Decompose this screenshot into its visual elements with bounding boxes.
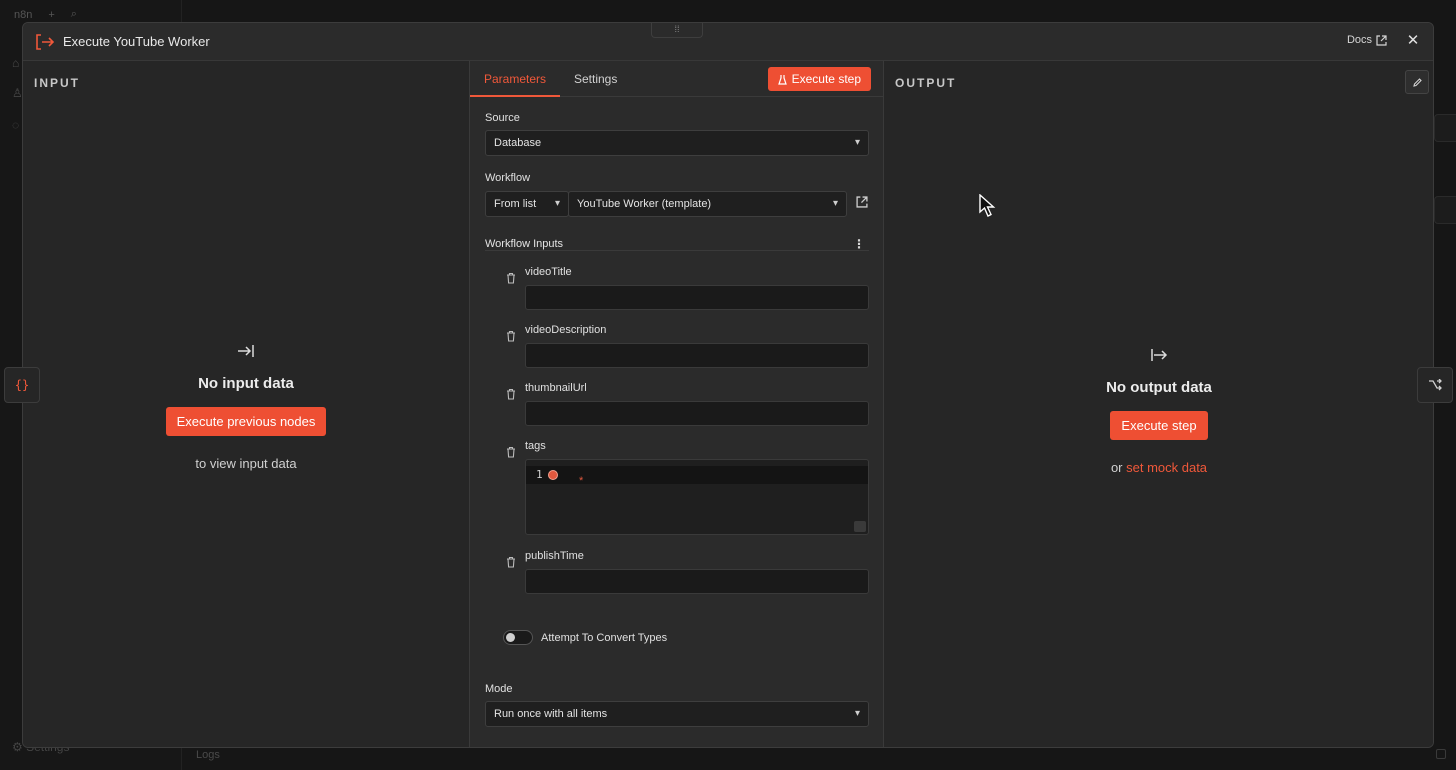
panel-drag-handle[interactable]: ⁞⁞ xyxy=(651,23,703,38)
input-arrow-icon xyxy=(237,341,255,361)
input-label-publishTime: publishTime xyxy=(525,550,584,562)
output-panel-label: OUTPUT xyxy=(895,76,957,90)
external-link-icon xyxy=(856,196,868,208)
output-panel: OUTPUT No output data Execute step or se… xyxy=(884,61,1433,747)
edit-output-button[interactable] xyxy=(1405,70,1429,94)
input-field-videoDescription[interactable] xyxy=(525,343,869,368)
mode-label: Mode xyxy=(485,683,513,695)
background-card xyxy=(1434,114,1456,142)
convert-types-label: Attempt To Convert Types xyxy=(541,632,668,644)
input-panel-label: INPUT xyxy=(34,76,80,90)
modal-title: Execute YouTube Worker xyxy=(63,34,210,49)
chat-icon: ◌ xyxy=(12,118,20,132)
set-mock-data-link[interactable]: set mock data xyxy=(1126,460,1207,475)
code-editor-tags[interactable]: 1 * xyxy=(525,459,869,535)
input-empty-title: No input data xyxy=(198,375,294,392)
docs-link[interactable]: Docs xyxy=(1347,34,1387,46)
input-label-videoDescription: videoDescription xyxy=(525,324,607,336)
more-options-icon[interactable]: ⋮ xyxy=(853,237,865,251)
workflow-mode-select[interactable]: From list ▾ xyxy=(485,191,569,217)
chevron-down-icon: ▾ xyxy=(854,137,860,148)
workflow-select[interactable]: YouTube Worker (template) ▾ xyxy=(568,191,847,217)
output-arrow-icon xyxy=(1150,345,1168,365)
output-empty-title: No output data xyxy=(1106,379,1212,396)
flask-icon xyxy=(777,74,787,85)
background-app-name: n8n xyxy=(14,8,33,21)
source-label: Source xyxy=(485,112,520,124)
mode-value: Run once with all items xyxy=(494,708,608,720)
pencil-icon xyxy=(1412,77,1422,87)
execute-workflow-icon xyxy=(35,32,57,52)
home-icon: ⌂ xyxy=(12,56,20,70)
code-line: 1 xyxy=(526,466,868,484)
output-execute-step-button[interactable]: Execute step xyxy=(1110,411,1208,440)
input-field-videoTitle[interactable] xyxy=(525,285,869,310)
trash-icon[interactable] xyxy=(506,446,516,458)
node-details-modal: Execute YouTube Worker Docs ✕ ⁞⁞ INPUT N… xyxy=(22,22,1434,748)
input-field-thumbnailUrl[interactable] xyxy=(525,401,869,426)
background-logs: Logs xyxy=(196,749,220,761)
open-workflow-link[interactable] xyxy=(856,196,868,211)
source-select[interactable]: Database ▾ xyxy=(485,130,869,156)
trash-icon[interactable] xyxy=(506,272,516,284)
input-label-videoTitle: videoTitle xyxy=(525,266,572,278)
add-icon: + xyxy=(48,8,55,21)
output-empty-state: No output data Execute step or set mock … xyxy=(1074,345,1244,475)
modal-header: Execute YouTube Worker Docs ✕ xyxy=(23,23,1433,61)
input-empty-state: No input data Execute previous nodes to … xyxy=(161,341,331,471)
workflow-inputs-label: Workflow Inputs xyxy=(485,238,564,250)
background-corner-icon xyxy=(1436,749,1446,759)
mouse-cursor-icon xyxy=(979,194,996,217)
convert-types-toggle[interactable] xyxy=(503,630,533,645)
execute-previous-nodes-button[interactable]: Execute previous nodes xyxy=(165,407,327,436)
execute-step-button[interactable]: Execute step xyxy=(767,67,871,91)
input-label-thumbnailUrl: thumbnailUrl xyxy=(525,382,587,394)
execute-step-label: Execute step xyxy=(791,72,861,86)
background-card xyxy=(1434,196,1456,224)
line-number: 1 xyxy=(536,468,543,481)
background-topbar: n8n + ⌕ xyxy=(0,8,77,21)
braces-icon: {} xyxy=(14,378,30,392)
source-value: Database xyxy=(494,137,542,149)
chevron-down-icon: ▾ xyxy=(554,198,560,209)
input-hint: to view input data xyxy=(195,456,297,471)
external-link-icon xyxy=(1376,34,1387,46)
search-icon: ⌕ xyxy=(70,8,77,20)
parameters-panel: Parameters Settings Execute step Source … xyxy=(469,61,885,747)
mode-select[interactable]: Run once with all items ▾ xyxy=(485,701,869,727)
tab-parameters[interactable]: Parameters xyxy=(484,72,546,86)
output-hint: or set mock data xyxy=(1110,460,1208,475)
input-field-publishTime[interactable] xyxy=(525,569,869,594)
input-panel-toggle[interactable]: {} xyxy=(4,367,40,403)
chevron-down-icon: ▾ xyxy=(854,708,860,719)
chevron-down-icon: ▾ xyxy=(832,198,838,209)
docs-label: Docs xyxy=(1346,34,1372,46)
input-label-tags: tags xyxy=(525,440,546,452)
input-panel: INPUT No input data Execute previous nod… xyxy=(23,61,469,747)
trash-icon[interactable] xyxy=(506,388,516,400)
close-button[interactable]: ✕ xyxy=(1405,32,1421,50)
required-marker-icon: * xyxy=(579,475,584,487)
tab-settings[interactable]: Settings xyxy=(574,72,617,86)
workflow-value: YouTube Worker (template) xyxy=(577,198,712,210)
trash-icon[interactable] xyxy=(506,556,516,568)
workflow-label: Workflow xyxy=(485,172,531,184)
active-tab-indicator xyxy=(470,95,560,97)
workflow-mode-value: From list xyxy=(494,198,537,210)
toggle-knob xyxy=(506,633,515,642)
divider xyxy=(485,250,869,251)
output-panel-toggle[interactable] xyxy=(1417,367,1453,403)
expand-editor-icon[interactable] xyxy=(854,521,866,532)
error-marker-icon xyxy=(548,470,558,480)
parameter-tabs: Parameters Settings Execute step xyxy=(470,61,885,97)
trash-icon[interactable] xyxy=(506,330,516,342)
branch-icon xyxy=(1429,379,1442,391)
